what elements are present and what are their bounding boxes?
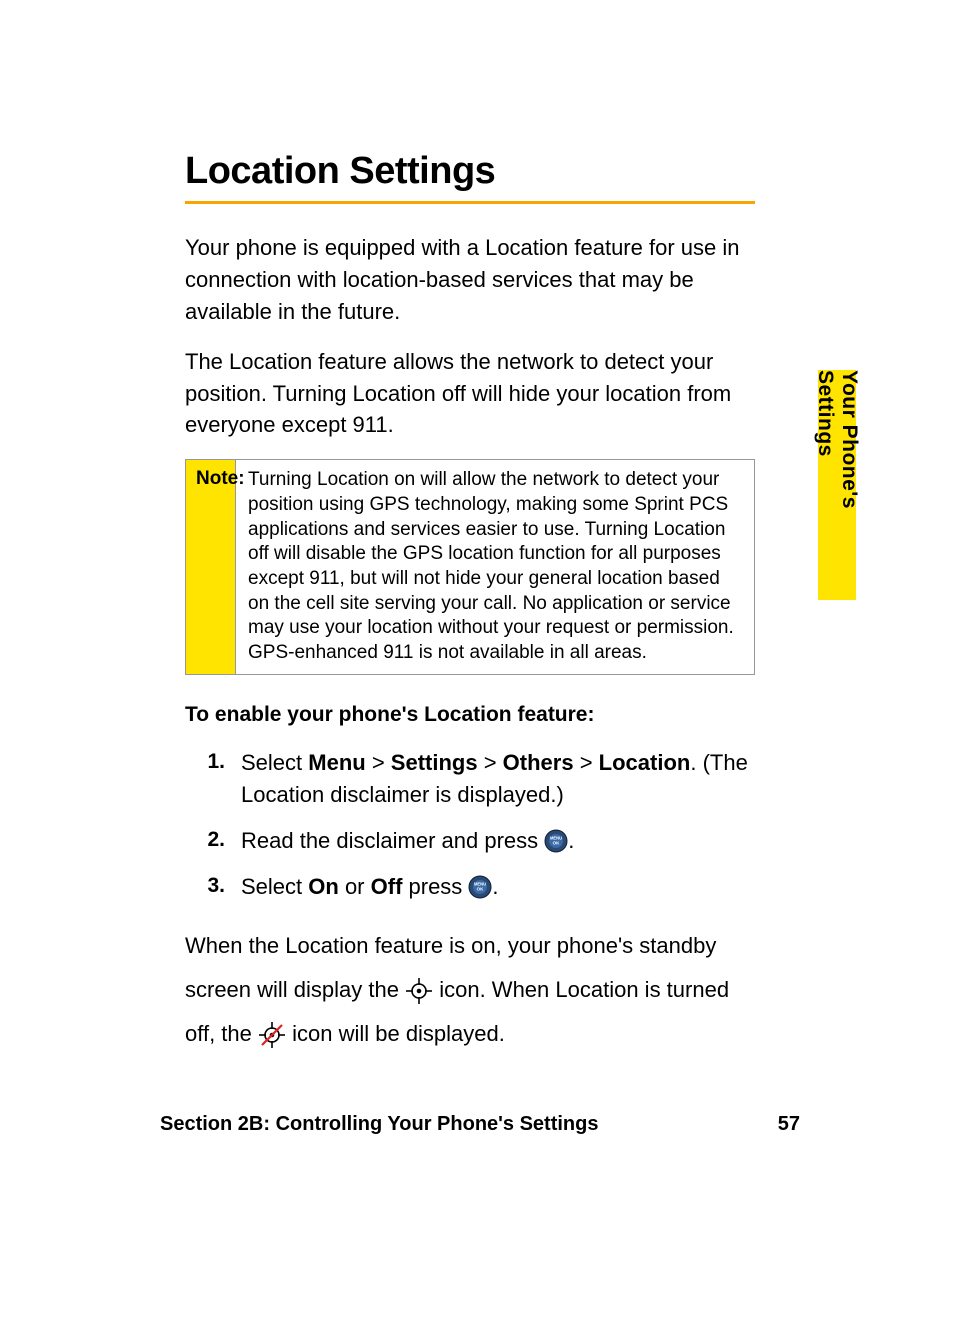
step-number: 3. [185, 871, 225, 901]
steps-list: 1. Select Menu > Settings > Others > Loc… [185, 747, 755, 903]
heading-rule [185, 201, 755, 204]
enable-subheading: To enable your phone's Location feature: [185, 703, 755, 727]
intro-paragraph-1: Your phone is equipped with a Location f… [185, 232, 755, 328]
step-2: 2. Read the disclaimer and press MENUOK. [185, 825, 755, 857]
menu-ok-button-icon: MENUOK [468, 875, 492, 899]
location-off-icon [258, 1020, 286, 1048]
step-body: Select Menu > Settings > Others > Locati… [241, 747, 755, 811]
step-body: Read the disclaimer and press MENUOK. [241, 825, 755, 857]
note-box: Note: Turning Location on will allow the… [185, 459, 755, 675]
note-text: Turning Location on will allow the netwo… [236, 460, 754, 674]
step-body: Select On or Off press MENUOK. [241, 871, 755, 903]
menu-ok-button-icon: MENUOK [544, 829, 568, 853]
footer-section-label: Section 2B: Controlling Your Phone's Set… [160, 1113, 599, 1136]
section-heading: Location Settings [185, 150, 755, 193]
step-number: 2. [185, 825, 225, 855]
intro-paragraph-2: The Location feature allows the network … [185, 346, 755, 442]
step-number: 1. [185, 747, 225, 777]
note-label: Note: [186, 460, 236, 674]
svg-text:OK: OK [477, 886, 485, 891]
svg-text:OK: OK [553, 840, 561, 845]
after-paragraph: When the Location feature is on, your ph… [185, 924, 755, 1056]
content-column: Location Settings Your phone is equipped… [185, 150, 755, 1078]
step-1: 1. Select Menu > Settings > Others > Loc… [185, 747, 755, 811]
location-on-icon [405, 976, 433, 1004]
page-number: 57 [778, 1113, 800, 1136]
page: Location Settings Your phone is equipped… [0, 0, 954, 1336]
side-tab-label: Your Phone's Settings [813, 370, 861, 600]
page-footer: Section 2B: Controlling Your Phone's Set… [160, 1113, 800, 1136]
side-tab: Your Phone's Settings [818, 370, 856, 600]
step-3: 3. Select On or Off press MENUOK. [185, 871, 755, 903]
